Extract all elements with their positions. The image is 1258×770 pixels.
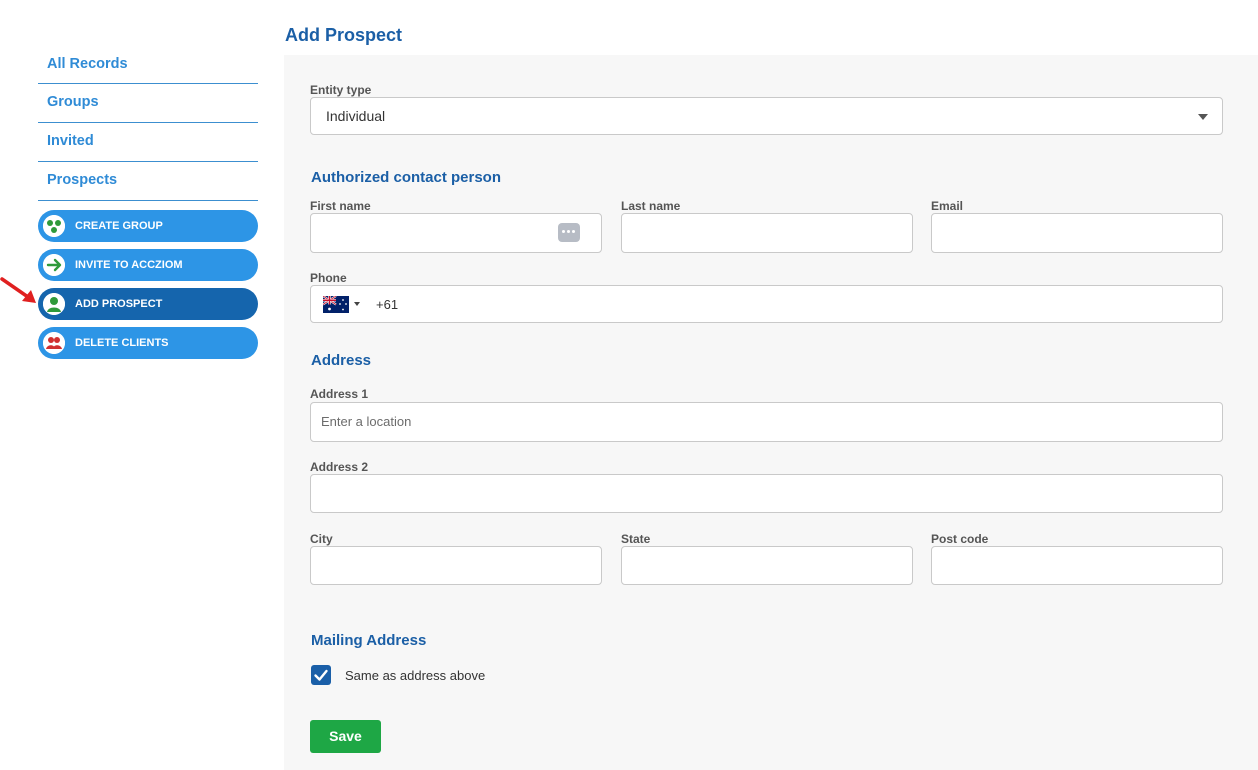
create-group-button[interactable]: CREATE GROUP (38, 210, 258, 242)
email-field[interactable] (931, 213, 1223, 253)
sidebar-item-invited[interactable]: Invited (38, 123, 258, 162)
entity-type-select[interactable]: Individual (310, 97, 1223, 135)
password-manager-icon[interactable] (558, 223, 580, 242)
first-name-field[interactable] (310, 213, 602, 253)
sidebar-actions: CREATE GROUP INVITE TO ACCZIOM ADD PROSP… (38, 210, 258, 359)
phone-label: Phone (310, 271, 347, 285)
sidebar: All Records Groups Invited Prospects CRE… (38, 46, 258, 366)
sidebar-item-prospects[interactable]: Prospects (38, 162, 258, 201)
save-button[interactable]: Save (310, 720, 381, 753)
invite-label: INVITE TO ACCZIOM (75, 259, 183, 271)
same-address-label: Same as address above (345, 668, 486, 683)
entity-type-label: Entity type (310, 83, 372, 97)
first-name-label: First name (310, 199, 371, 213)
user-icon (43, 293, 65, 315)
address1-label: Address 1 (310, 387, 369, 401)
city-field[interactable] (310, 546, 602, 585)
delete-clients-button[interactable]: DELETE CLIENTS (38, 327, 258, 359)
arrow-right-icon (43, 254, 65, 276)
checkmark-icon (314, 669, 328, 681)
page-title: Add Prospect (285, 25, 403, 45)
address1-field[interactable]: Enter a location (310, 402, 1223, 442)
chevron-down-icon (1198, 114, 1208, 120)
address-section-title: Address (311, 352, 372, 369)
group-icon (43, 215, 65, 237)
users-delete-icon (43, 332, 65, 354)
entity-type-value: Individual (326, 108, 386, 124)
postcode-label: Post code (931, 532, 989, 546)
invite-to-acczioms-button[interactable]: INVITE TO ACCZIOM (38, 249, 258, 281)
add-prospect-button[interactable]: ADD PROSPECT (38, 288, 258, 320)
country-dropdown-icon[interactable] (354, 302, 360, 306)
create-group-label: CREATE GROUP (75, 220, 163, 232)
phone-country-code: +61 (376, 297, 399, 312)
last-name-field[interactable] (621, 213, 913, 253)
address2-field[interactable] (310, 474, 1223, 513)
city-label: City (310, 532, 333, 546)
mailing-section-title: Mailing Address (311, 632, 427, 649)
australia-flag-icon[interactable] (322, 295, 349, 318)
add-prospect-label: ADD PROSPECT (75, 298, 163, 310)
postcode-field[interactable] (931, 546, 1223, 585)
sidebar-item-all-records[interactable]: All Records (38, 46, 258, 84)
sidebar-item-groups[interactable]: Groups (38, 84, 258, 123)
last-name-label: Last name (621, 199, 681, 213)
pointer-arrow-icon (0, 277, 36, 303)
delete-clients-label: DELETE CLIENTS (75, 337, 169, 349)
email-label: Email (931, 199, 964, 213)
address2-label: Address 2 (310, 460, 369, 474)
contact-section-title: Authorized contact person (311, 169, 502, 186)
address1-placeholder: Enter a location (321, 414, 412, 429)
state-label: State (621, 532, 651, 546)
same-address-checkbox[interactable] (311, 665, 331, 685)
state-field[interactable] (621, 546, 913, 585)
phone-field[interactable]: +61 (310, 285, 1223, 323)
